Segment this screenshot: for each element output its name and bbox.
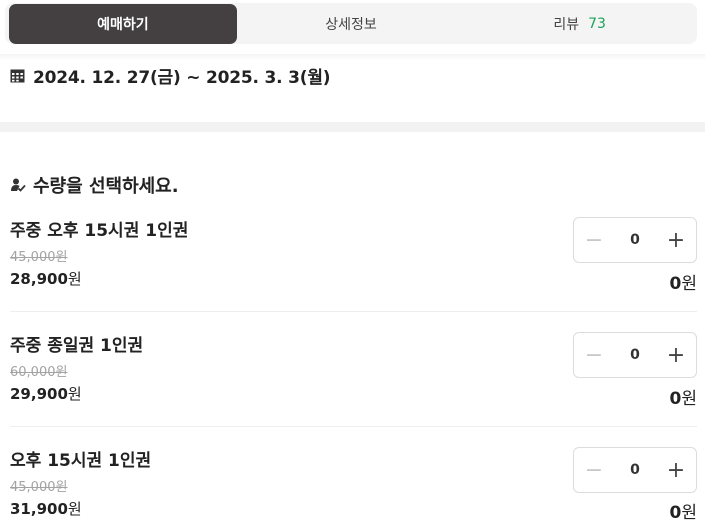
quantity-stepper: − 0 + xyxy=(573,217,697,263)
tab-reviews-label: 리뷰 xyxy=(553,16,580,33)
increase-button[interactable]: + xyxy=(656,448,696,492)
quantity-section-label: 수량을 선택하세요. xyxy=(33,176,179,197)
event-period: 2024. 12. 27(금) ~ 2025. 3. 3(월) xyxy=(10,62,331,88)
line-total-value: 0 xyxy=(669,389,682,409)
sale-price-value: 31,900 xyxy=(10,500,68,518)
tab-details-label: 상세정보 xyxy=(325,16,377,33)
line-total: 0원 xyxy=(670,498,697,523)
line-total-value: 0 xyxy=(669,274,682,294)
calendar-icon xyxy=(10,69,25,82)
tab-reviews[interactable]: 리뷰 73 xyxy=(465,4,694,44)
decrease-button[interactable]: − xyxy=(574,448,614,492)
quantity-section-title: 수량을 선택하세요. xyxy=(10,172,179,198)
quantity-stepper: − 0 + xyxy=(573,332,697,378)
sale-price-value: 28,900 xyxy=(10,270,68,288)
sale-price-value: 29,900 xyxy=(10,385,68,403)
header-shadow xyxy=(0,54,705,60)
section-divider xyxy=(0,122,705,132)
increase-button[interactable]: + xyxy=(656,218,696,262)
item-divider xyxy=(10,311,697,312)
line-total: 0원 xyxy=(670,269,697,294)
line-total-unit: 원 xyxy=(681,503,697,523)
tab-booking-label: 예매하기 xyxy=(97,16,149,33)
sale-price: 31,900원 xyxy=(10,498,82,519)
line-total: 0원 xyxy=(670,384,697,409)
original-price: 60,000원 xyxy=(10,365,68,380)
sale-price: 28,900원 xyxy=(10,268,82,289)
ticket-name: 주중 오후 15시권 1인권 xyxy=(10,221,189,241)
sale-price: 29,900원 xyxy=(10,383,82,404)
tab-bar: 예매하기 상세정보 리뷰 73 xyxy=(5,3,697,44)
sale-price-unit: 원 xyxy=(67,385,82,403)
original-price: 45,000원 xyxy=(10,250,68,265)
event-period-text: 2024. 12. 27(금) ~ 2025. 3. 3(월) xyxy=(33,67,331,88)
original-price: 45,000원 xyxy=(10,480,68,495)
ticket-name: 오후 15시권 1인권 xyxy=(10,451,152,471)
quantity-value: 0 xyxy=(630,462,640,478)
ticket-check-icon xyxy=(11,178,26,192)
decrease-button[interactable]: − xyxy=(574,333,614,377)
line-total-unit: 원 xyxy=(681,389,697,409)
quantity-stepper: − 0 + xyxy=(573,447,697,493)
decrease-button[interactable]: − xyxy=(574,218,614,262)
quantity-value: 0 xyxy=(630,347,640,363)
review-count: 73 xyxy=(588,15,606,32)
sale-price-unit: 원 xyxy=(67,500,82,518)
line-total-value: 0 xyxy=(669,503,682,523)
tab-details[interactable]: 상세정보 xyxy=(237,4,466,44)
line-total-unit: 원 xyxy=(681,274,697,294)
quantity-value: 0 xyxy=(630,232,640,248)
tab-booking[interactable]: 예매하기 xyxy=(9,3,237,44)
increase-button[interactable]: + xyxy=(656,333,696,377)
sale-price-unit: 원 xyxy=(67,270,82,288)
ticket-name: 주중 종일권 1인권 xyxy=(10,336,144,356)
item-divider xyxy=(10,426,697,427)
